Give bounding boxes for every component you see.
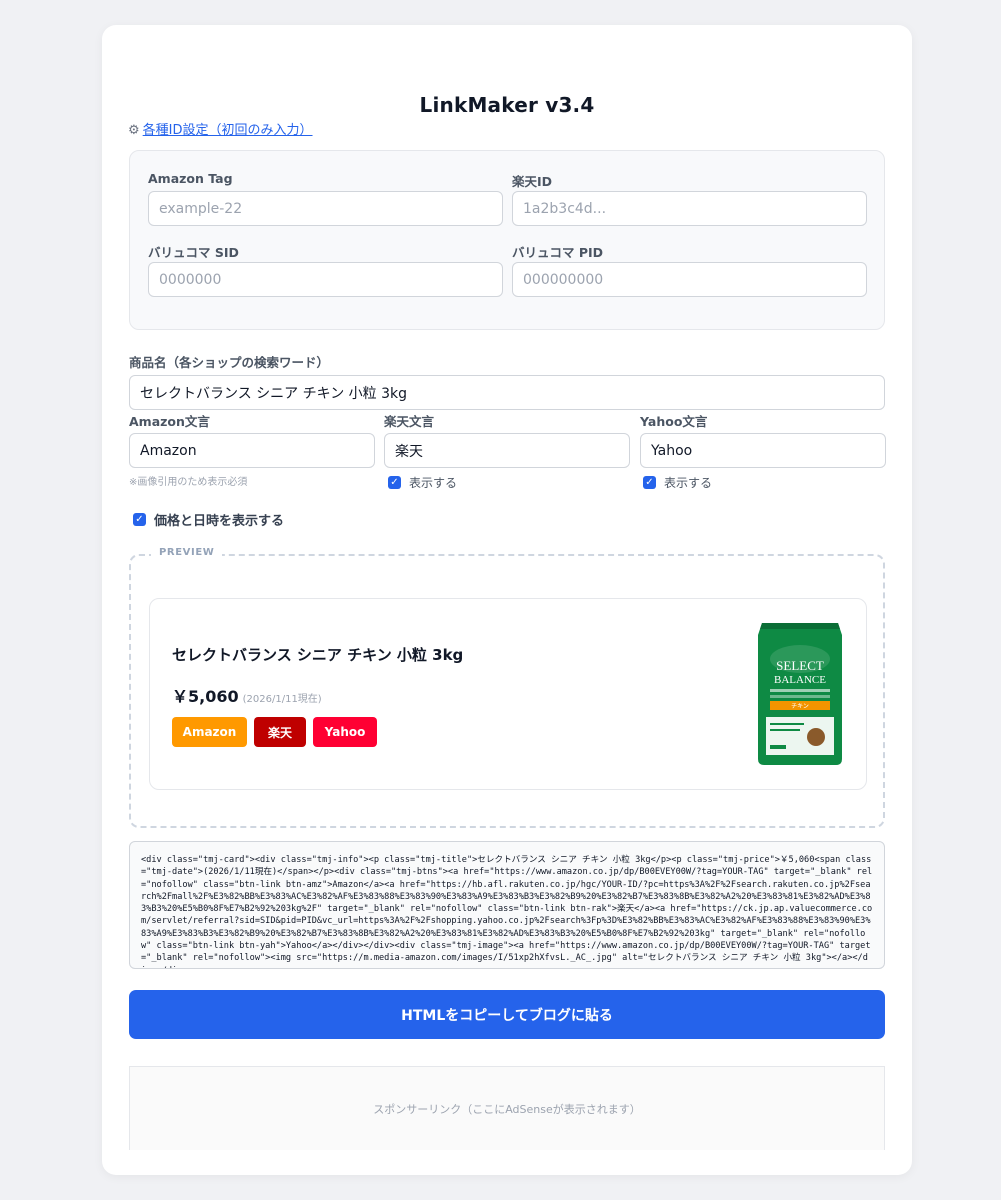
yahoo-show-label: 表示する [664,476,713,490]
rakuten-id-input[interactable] [512,191,867,226]
preview-price: ￥5,060 [172,687,239,706]
product-name-input[interactable] [129,375,885,410]
yahoo-text-label: Yahoo文言 [640,414,708,429]
copy-html-button[interactable]: HTMLをコピーしてブログに貼る [129,990,885,1039]
vc-sid-input[interactable] [148,262,503,297]
yahoo-text-input[interactable] [640,433,886,468]
rakuten-show-label: 表示する [409,476,458,490]
rakuten-show-toggle[interactable]: ✓ 表示する [388,474,457,491]
checkbox-checked-icon[interactable]: ✓ [388,476,401,489]
id-settings-label: 各種ID設定（初回のみ入力） [142,123,313,138]
product-name-label: 商品名（各ショップの検索ワード） [129,355,330,370]
preview-panel: PREVIEW セレクトバランス シニア チキン 小粒 3kg ￥5,060 (2… [129,547,885,828]
page-title: LinkMaker v3.4 [419,93,595,117]
rakuten-text-label: 楽天文言 [384,414,435,429]
price-date-toggle[interactable]: ✓ 価格と日時を表示する [133,510,284,529]
amazon-text-label: Amazon文言 [129,414,210,429]
checkbox-checked-icon[interactable]: ✓ [133,513,146,526]
amazon-button[interactable]: Amazon [172,717,247,747]
vc-pid-label: バリュコマ PID [512,245,604,260]
preview-product-card: セレクトバランス シニア チキン 小粒 3kg ￥5,060 (2026/1/11… [149,598,867,790]
id-settings-link[interactable]: ⚙ 各種ID設定（初回のみ入力） [128,119,313,138]
product-flavor-label: チキン [791,703,809,710]
yahoo-show-toggle[interactable]: ✓ 表示する [643,474,712,491]
checkbox-checked-icon[interactable]: ✓ [643,476,656,489]
main-card: LinkMaker v3.4 ⚙ 各種ID設定（初回のみ入力） Amazon Ta… [102,25,912,1175]
preview-price-row: ￥5,060 (2026/1/11現在) [172,683,322,707]
vc-pid-input[interactable] [512,262,867,297]
rakuten-text-input[interactable] [384,433,630,468]
amazon-required-note: ※画像引用のため表示必須 [129,477,248,488]
id-settings-panel: Amazon Tag 楽天ID バリュコマ SID バリュコマ PID [129,150,885,330]
product-brand-line2: BALANCE [774,674,826,686]
amazon-tag-label: Amazon Tag [148,171,233,186]
amazon-tag-input[interactable] [148,191,503,226]
rakuten-id-label: 楽天ID [512,174,553,189]
yahoo-button[interactable]: Yahoo [313,717,377,747]
amazon-text-input[interactable] [129,433,375,468]
preview-tag: PREVIEW [151,547,223,558]
ad-placeholder: スポンサーリンク（ここにAdSenseが表示されます） [129,1066,885,1150]
html-code-output[interactable]: <div class="tmj-card"><div class="tmj-in… [129,841,885,969]
price-date-label: 価格と日時を表示する [154,514,285,529]
rakuten-button[interactable]: 楽天 [254,717,306,747]
product-image[interactable]: SELECT BALANCE チキン [756,619,844,767]
preview-product-title: セレクトバランス シニア チキン 小粒 3kg [172,646,464,664]
preview-date: (2026/1/11現在) [242,694,322,705]
product-brand-line1: SELECT [776,658,824,673]
vc-sid-label: バリュコマ SID [148,245,239,260]
gear-icon: ⚙ [128,123,140,138]
